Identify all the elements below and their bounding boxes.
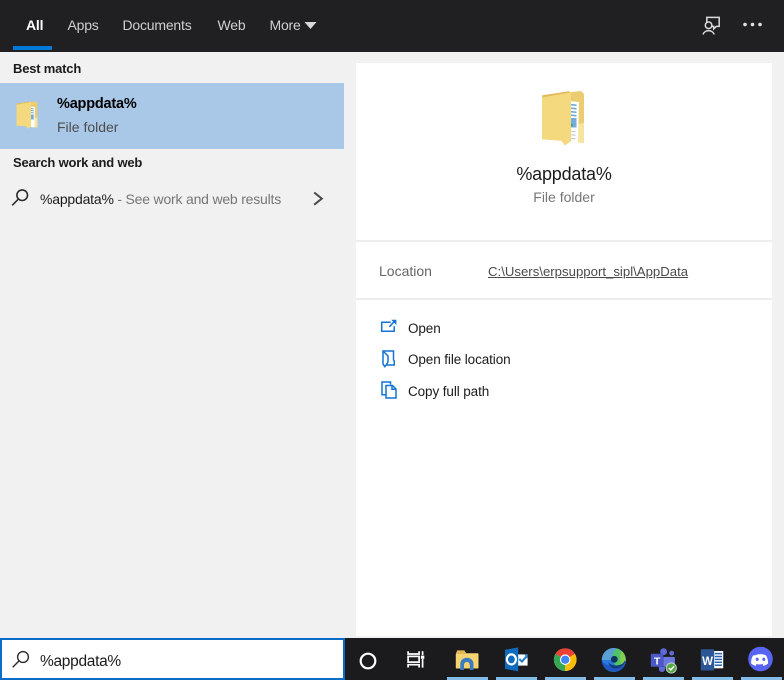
svg-text:T: T <box>654 655 661 667</box>
svg-text:W: W <box>702 656 713 668</box>
